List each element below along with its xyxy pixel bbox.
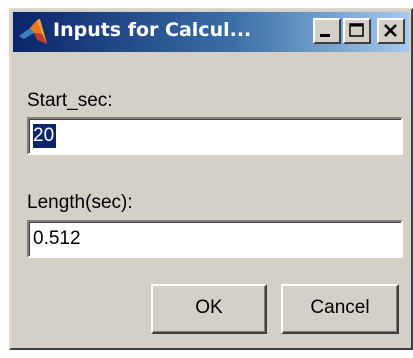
start-sec-input[interactable]: 20 (27, 117, 403, 155)
maximize-button[interactable] (343, 18, 371, 44)
minimize-icon (320, 34, 330, 37)
title-bar[interactable]: Inputs for Calcul... (13, 12, 409, 52)
dialog-window: Inputs for Calcul... Start_sec: 20 Lengt… (9, 8, 413, 350)
minimize-button[interactable] (313, 18, 341, 44)
cancel-button[interactable]: Cancel (281, 284, 399, 334)
length-sec-label: Length(sec): (27, 192, 133, 213)
matlab-logo-icon (17, 18, 49, 46)
length-sec-value: 0.512 (33, 228, 81, 249)
window-title: Inputs for Calcul... (53, 19, 252, 41)
maximize-icon (349, 23, 364, 37)
close-button[interactable] (377, 18, 405, 44)
length-sec-input[interactable]: 0.512 (27, 220, 403, 258)
close-icon (384, 24, 397, 37)
start-sec-value: 20 (33, 124, 57, 148)
start-sec-label: Start_sec: (27, 90, 113, 111)
ok-button[interactable]: OK (151, 284, 267, 334)
